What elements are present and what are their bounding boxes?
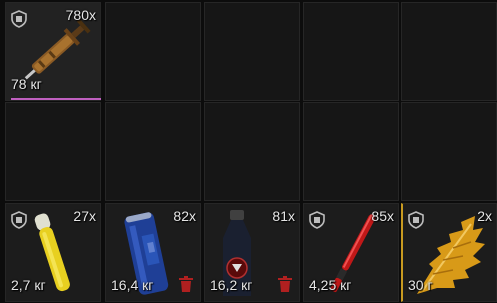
item-slot-dark-bottle[interactable]: 81x 16,2 кг — [204, 203, 300, 302]
selected-indicator — [11, 98, 101, 100]
item-quantity: 27x — [73, 208, 96, 224]
inventory-slot-r2c2[interactable] — [105, 102, 201, 201]
item-quantity: 2x — [477, 208, 492, 224]
item-weight: 16,2 кг — [210, 277, 253, 293]
item-slot-syringe[interactable]: 780x 78 кг — [5, 2, 101, 101]
inventory-slot-r2c1[interactable] — [5, 102, 101, 201]
item-quantity: 780x — [65, 7, 96, 23]
inventory-slot-r2c3[interactable] — [204, 102, 300, 201]
inventory-slot-r1c5[interactable] — [401, 2, 497, 101]
item-slot-blue-can[interactable]: 82x 16,4 кг — [105, 203, 201, 302]
item-weight: 30 г — [408, 277, 433, 293]
inventory-slot-r2c5[interactable] — [401, 102, 497, 201]
inventory-slot-r1c2[interactable] — [105, 2, 201, 101]
item-slot-red-stick[interactable]: 85x 4,25 кг — [303, 203, 399, 302]
lock-shield-icon — [11, 211, 27, 229]
item-quantity: 85x — [371, 208, 394, 224]
trash-icon[interactable] — [277, 275, 293, 293]
lock-shield-icon — [408, 211, 424, 229]
item-weight: 16,4 кг — [111, 277, 154, 293]
item-quantity: 81x — [272, 208, 295, 224]
item-slot-orange-leaf[interactable]: 2x 30 г — [401, 203, 497, 302]
trash-icon[interactable] — [178, 275, 194, 293]
lock-shield-icon — [11, 10, 27, 28]
item-weight: 2,7 кг — [11, 277, 46, 293]
inventory-slot-r1c3[interactable] — [204, 2, 300, 101]
item-slot-yellow-tube[interactable]: 27x 2,7 кг — [5, 203, 101, 302]
item-quantity: 82x — [173, 208, 196, 224]
lock-shield-icon — [309, 211, 325, 229]
item-weight: 78 кг — [11, 76, 42, 92]
inventory-slot-r1c4[interactable] — [303, 2, 399, 101]
item-weight: 4,25 кг — [309, 277, 352, 293]
inventory-slot-r2c4[interactable] — [303, 102, 399, 201]
